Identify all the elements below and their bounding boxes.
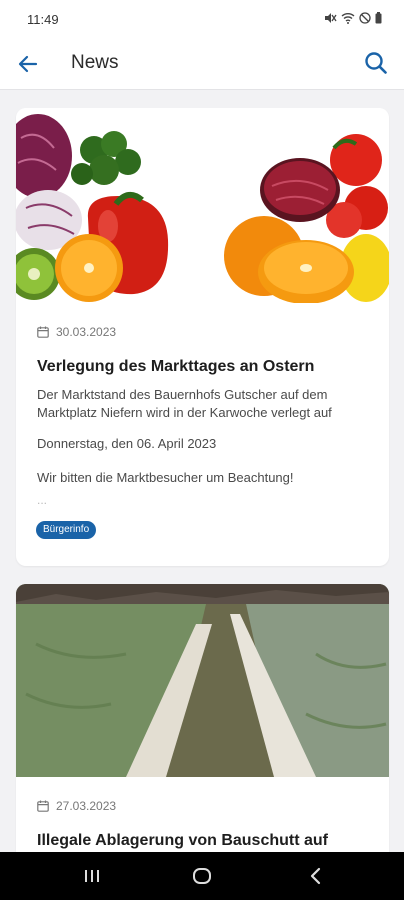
status-icons: [324, 12, 382, 24]
news-excerpt-ellipsis: ...: [37, 493, 48, 507]
dnd-icon: [359, 12, 371, 24]
news-date: 30.03.2023: [56, 325, 117, 339]
arrow-left-icon[interactable]: [14, 50, 42, 78]
news-title[interactable]: Verlegung des Markttages an Ostern: [37, 358, 371, 376]
back-icon[interactable]: [304, 864, 328, 888]
status-time: 11:49: [27, 12, 59, 27]
home-icon[interactable]: [190, 864, 214, 888]
news-image-vegetables[interactable]: [16, 108, 389, 303]
news-date: 27.03.2023: [56, 799, 117, 813]
recents-icon[interactable]: [80, 864, 104, 888]
news-excerpt-line3: Wir bitten die Marktbesucher um Beachtun…: [37, 470, 294, 485]
category-badge[interactable]: Bürgerinfo: [36, 521, 97, 539]
news-image-field[interactable]: [16, 584, 389, 779]
news-card[interactable]: 30.03.2023 Verlegung des Markttages an O…: [16, 108, 389, 566]
news-date-row: 30.03.2023: [37, 325, 116, 339]
page-title: News: [71, 52, 119, 73]
calendar-icon: [37, 800, 49, 812]
news-title[interactable]: Illegale Ablagerung von Bauschutt auf: [37, 832, 371, 850]
news-date-row: 27.03.2023: [37, 799, 116, 813]
news-excerpt-line1: Der Marktstand des Bauernhofs Gutscher a…: [37, 387, 332, 420]
wifi-icon: [341, 13, 355, 24]
status-bar: 11:49: [0, 0, 404, 38]
news-excerpt-line2: Donnerstag, den 06. April 2023: [37, 436, 217, 451]
battery-icon: [375, 12, 382, 24]
app-bar: News: [0, 38, 404, 90]
calendar-icon: [37, 326, 49, 338]
system-nav-bar: [0, 852, 404, 900]
news-card[interactable]: 27.03.2023 Illegale Ablagerung von Bausc…: [16, 584, 389, 884]
search-icon[interactable]: [362, 49, 390, 77]
mute-icon: [325, 13, 337, 23]
